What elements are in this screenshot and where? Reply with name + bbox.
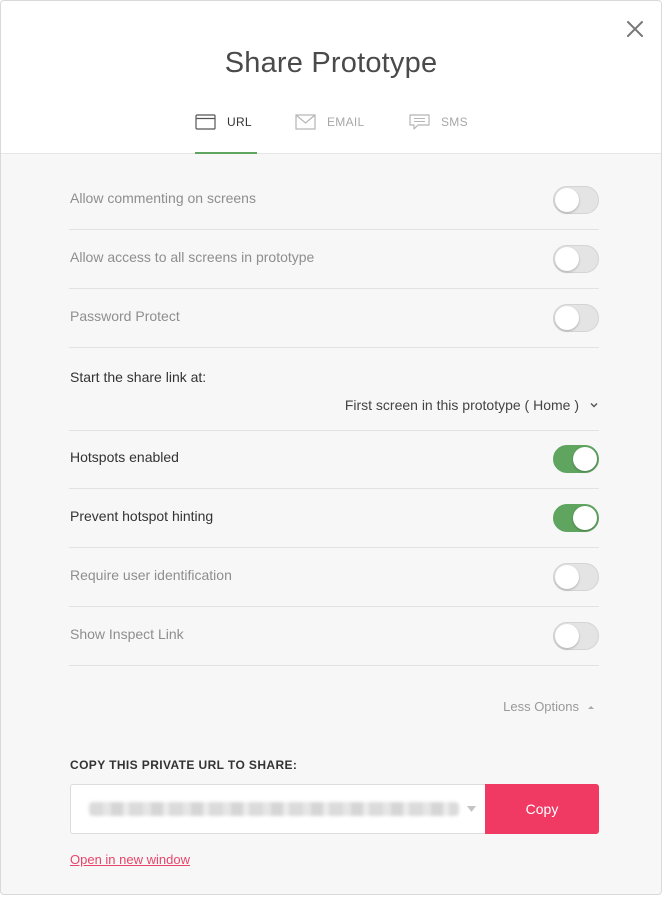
setting-label: Allow access to all screens in prototype xyxy=(70,249,315,265)
tab-sms[interactable]: SMS xyxy=(409,111,479,153)
less-options-label: Less Options xyxy=(503,699,579,714)
setting-prevent-hinting: Prevent hotspot hinting xyxy=(69,490,599,548)
share-url-heading: COPY THIS PRIVATE URL TO SHARE: xyxy=(70,758,298,772)
setting-allow-commenting: Allow commenting on screens xyxy=(69,172,599,230)
allow-access-toggle[interactable] xyxy=(553,245,599,273)
dialog-title: Share Prototype xyxy=(224,47,438,79)
open-in-new-window-link[interactable]: Open in new window xyxy=(70,852,190,867)
hotspots-enabled-toggle[interactable] xyxy=(553,445,599,473)
private-url-value xyxy=(89,802,459,816)
setting-allow-access: Allow access to all screens in prototype xyxy=(69,231,599,289)
setting-show-inspect: Show Inspect Link xyxy=(69,608,599,666)
less-options-button[interactable]: Less Options xyxy=(503,699,595,714)
start-screen-value: First screen in this prototype ( Home ) xyxy=(344,397,579,413)
setting-require-identification: Require user identification xyxy=(69,549,599,607)
tab-sms-label: SMS xyxy=(441,115,468,129)
setting-label: Require user identification xyxy=(70,567,232,583)
share-prototype-dialog: Share Prototype URL EMAIL SMS Allow comm… xyxy=(0,0,662,895)
start-screen-select[interactable]: First screen in this prototype ( Home ) xyxy=(345,397,599,413)
copy-button[interactable]: Copy xyxy=(485,784,599,834)
caret-down-icon[interactable] xyxy=(467,806,476,812)
tab-email[interactable]: EMAIL xyxy=(295,111,375,153)
prevent-hinting-toggle[interactable] xyxy=(553,504,599,532)
browser-window-icon xyxy=(195,114,216,130)
tab-url[interactable]: URL xyxy=(195,111,257,154)
start-link-label: Start the share link at: xyxy=(70,369,207,385)
chevron-down-icon xyxy=(590,403,598,408)
tab-email-label: EMAIL xyxy=(327,115,365,129)
setting-label: Password Protect xyxy=(70,308,180,324)
setting-label: Prevent hotspot hinting xyxy=(70,508,214,524)
setting-label: Allow commenting on screens xyxy=(70,190,256,206)
require-identification-toggle[interactable] xyxy=(553,563,599,591)
setting-label: Show Inspect Link xyxy=(70,626,184,642)
allow-commenting-toggle[interactable] xyxy=(553,186,599,214)
envelope-icon xyxy=(295,114,316,130)
private-url-field[interactable] xyxy=(70,784,486,834)
caret-up-icon xyxy=(588,705,594,709)
setting-label: Hotspots enabled xyxy=(70,449,179,465)
tab-url-label: URL xyxy=(227,115,252,129)
setting-password-protect: Password Protect xyxy=(69,290,599,348)
dialog-header: Share Prototype URL EMAIL SMS xyxy=(1,1,661,154)
start-link-setting: Start the share link at: First screen in… xyxy=(69,349,599,431)
share-tabs: URL EMAIL SMS xyxy=(1,111,661,154)
chat-bubble-icon xyxy=(409,114,430,130)
show-inspect-toggle[interactable] xyxy=(553,622,599,650)
setting-hotspots-enabled: Hotspots enabled xyxy=(69,431,599,489)
close-icon[interactable] xyxy=(623,17,647,41)
password-protect-toggle[interactable] xyxy=(553,304,599,332)
